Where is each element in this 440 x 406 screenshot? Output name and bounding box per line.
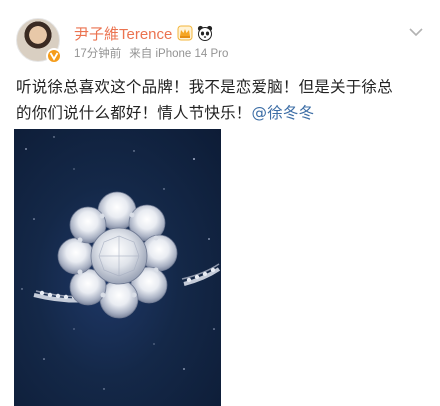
avatar[interactable] bbox=[16, 18, 64, 66]
post-time: 17分钟前 bbox=[74, 48, 122, 60]
post-meta: 17分钟前 来自 iPhone 14 Pro bbox=[74, 45, 228, 61]
post-text: 听说徐总喜欢这个品牌！我不是恋爱脑！但是关于徐总 的你们说什么都好！情人节快乐！… bbox=[16, 74, 428, 126]
crown-icon[interactable] bbox=[176, 24, 194, 42]
verified-badge-icon bbox=[46, 48, 62, 64]
username[interactable]: 尹子維Terence bbox=[74, 23, 172, 44]
name-row: 尹子維Terence bbox=[74, 22, 214, 44]
diamond-ring-photo[interactable] bbox=[14, 129, 221, 406]
post-text-line-1: 听说徐总喜欢这个品牌！我不是恋爱脑！但是关于徐总 bbox=[16, 78, 393, 96]
mention-link[interactable]: @徐冬冬 bbox=[252, 104, 315, 122]
post-source[interactable]: 来自 iPhone 14 Pro bbox=[129, 45, 228, 61]
chevron-down-icon[interactable] bbox=[406, 22, 426, 42]
weibo-post: 尹子維Terence 17分钟前 来自 iPhone 14 Pro 听说徐总喜欢… bbox=[0, 0, 440, 406]
post-header: 尹子維Terence 17分钟前 来自 iPhone 14 Pro bbox=[16, 18, 426, 66]
panda-icon[interactable] bbox=[196, 24, 214, 42]
post-text-line-2: 的你们说什么都好！情人节快乐！@徐冬冬 bbox=[16, 100, 428, 126]
post-text-body: 的你们说什么都好！情人节快乐！ bbox=[16, 104, 252, 122]
